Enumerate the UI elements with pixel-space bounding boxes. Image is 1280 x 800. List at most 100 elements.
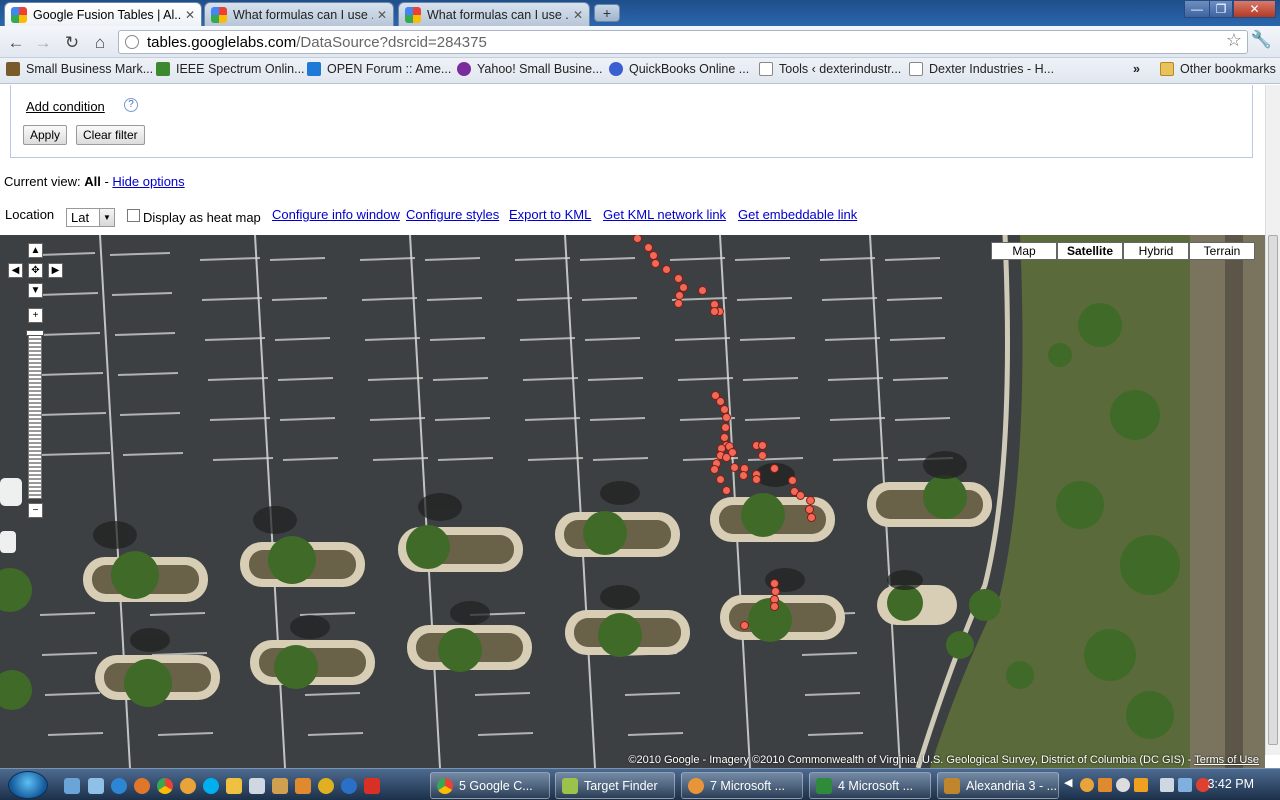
system-clock[interactable]: 3:42 PM — [1207, 777, 1254, 791]
map-viewport[interactable]: Map Satellite Hybrid Terrain ▲ ◀ ✥ ▶ ▼ +… — [0, 235, 1265, 768]
minimize-button[interactable]: — — [1184, 0, 1210, 18]
map-marker[interactable] — [740, 621, 749, 630]
pan-up-icon[interactable]: ▲ — [28, 243, 43, 258]
skype-icon[interactable] — [203, 778, 219, 794]
map-marker[interactable] — [722, 453, 731, 462]
taskbar-button-excel[interactable]: 4 Microsoft ... — [809, 772, 931, 799]
tab-fusion-tables[interactable]: Google Fusion Tables | Al... ✕ — [4, 2, 202, 26]
configure-info-window-link[interactable]: Configure info window — [272, 207, 400, 222]
bookmark-item[interactable]: Small Business Mark... — [6, 62, 153, 76]
map-marker[interactable] — [770, 602, 779, 611]
tray-app-icon[interactable] — [1134, 778, 1148, 792]
map-marker[interactable] — [698, 286, 707, 295]
map-type-hybrid-button[interactable]: Hybrid — [1123, 242, 1189, 260]
reload-button[interactable]: ↻ — [61, 32, 83, 54]
tray-app-icon[interactable] — [1098, 778, 1112, 792]
map-marker[interactable] — [710, 307, 719, 316]
address-bar[interactable]: tables.googlelabs.com/DataSource?dsrcid=… — [118, 30, 1248, 54]
tray-app-icon[interactable] — [1160, 778, 1174, 792]
map-marker[interactable] — [722, 413, 731, 422]
itunes-icon[interactable] — [341, 778, 357, 794]
app-icon[interactable] — [318, 778, 334, 794]
window-switcher-icon[interactable] — [88, 778, 104, 794]
bookmark-item[interactable]: Dexter Industries - H... — [909, 62, 1054, 76]
pan-down-icon[interactable]: ▼ — [28, 283, 43, 298]
zoom-slider-track[interactable] — [28, 331, 42, 499]
back-button[interactable]: ← — [5, 32, 27, 54]
scrollbar-thumb[interactable] — [1268, 235, 1278, 745]
map-marker[interactable] — [739, 471, 748, 480]
other-bookmarks-folder[interactable]: Other bookmarks — [1160, 62, 1276, 76]
add-condition-link[interactable]: Add condition — [26, 99, 105, 114]
map-marker[interactable] — [710, 465, 719, 474]
map-marker[interactable] — [752, 475, 761, 484]
gmail-icon[interactable] — [364, 778, 380, 794]
heatmap-checkbox[interactable] — [127, 209, 140, 222]
tray-app-icon[interactable] — [1080, 778, 1094, 792]
clear-filter-button[interactable]: Clear filter — [76, 125, 145, 145]
map-marker[interactable] — [796, 491, 805, 500]
configure-styles-link[interactable]: Configure styles — [406, 207, 499, 222]
new-tab-button[interactable]: + — [594, 4, 620, 22]
page-info-icon[interactable] — [125, 35, 139, 49]
bookmark-item[interactable]: Tools ‹ dexterindustr... — [759, 62, 901, 76]
tab-close-icon[interactable]: ✕ — [377, 8, 387, 22]
taskbar-button-target-finder[interactable]: Target Finder — [555, 772, 675, 799]
map-marker[interactable] — [758, 441, 767, 450]
export-kml-link[interactable]: Export to KML — [509, 207, 591, 222]
map-marker[interactable] — [807, 513, 816, 522]
kml-network-link[interactable]: Get KML network link — [603, 207, 726, 222]
map-marker[interactable] — [716, 475, 725, 484]
map-type-terrain-button[interactable]: Terrain — [1189, 242, 1255, 260]
outlook-icon[interactable] — [180, 778, 196, 794]
location-select[interactable]: Lat ▼ — [66, 208, 115, 227]
zoom-in-button[interactable]: + — [28, 308, 43, 323]
bookmarks-overflow-button[interactable]: » — [1133, 62, 1140, 76]
map-marker[interactable] — [770, 464, 779, 473]
tray-app-icon[interactable] — [1116, 778, 1130, 792]
map-marker[interactable] — [806, 496, 815, 505]
taskbar-button-outlook[interactable]: 7 Microsoft ... — [681, 772, 803, 799]
home-button[interactable]: ⌂ — [89, 32, 111, 54]
bookmark-item[interactable]: IEEE Spectrum Onlin... — [156, 62, 305, 76]
pan-right-icon[interactable]: ▶ — [48, 263, 63, 278]
tab-formulas-1[interactable]: What formulas can I use ... ✕ — [204, 2, 394, 26]
zoom-out-button[interactable]: − — [28, 503, 43, 518]
forward-button[interactable]: → — [32, 32, 54, 54]
map-marker[interactable] — [730, 463, 739, 472]
media-icon[interactable] — [226, 778, 242, 794]
tools-icon[interactable] — [249, 778, 265, 794]
calculator-icon[interactable] — [295, 778, 311, 794]
archive-icon[interactable] — [272, 778, 288, 794]
ie-icon[interactable] — [111, 778, 127, 794]
map-marker[interactable] — [662, 265, 671, 274]
map-type-map-button[interactable]: Map — [991, 242, 1057, 260]
map-marker[interactable] — [651, 259, 660, 268]
firefox-icon[interactable] — [134, 778, 150, 794]
tab-formulas-2[interactable]: What formulas can I use ... ✕ — [398, 2, 590, 26]
vertical-scrollbar[interactable] — [1265, 85, 1280, 755]
map-type-satellite-button[interactable]: Satellite — [1057, 242, 1123, 260]
map-marker[interactable] — [788, 476, 797, 485]
close-window-button[interactable]: ✕ — [1233, 0, 1276, 18]
bookmark-star-icon[interactable]: ☆ — [1226, 30, 1242, 51]
map-marker[interactable] — [674, 299, 683, 308]
pan-left-icon[interactable]: ◀ — [8, 263, 23, 278]
chrome-icon[interactable] — [157, 778, 173, 794]
apply-button[interactable]: Apply — [23, 125, 68, 145]
maximize-button[interactable]: ❐ — [1209, 0, 1233, 18]
network-icon[interactable] — [1178, 778, 1192, 792]
terms-of-use-link[interactable]: Terms of Use — [1194, 754, 1259, 766]
zoom-slider-thumb[interactable] — [26, 330, 44, 336]
taskbar-button-chrome[interactable]: 5 Google C... — [430, 772, 550, 799]
bookmark-item[interactable]: OPEN Forum :: Ame... — [307, 62, 451, 76]
help-icon[interactable]: ? — [124, 98, 138, 112]
tab-close-icon[interactable]: ✕ — [185, 8, 195, 22]
tray-expand-icon[interactable]: ◀ — [1064, 776, 1078, 790]
show-desktop-icon[interactable] — [64, 778, 80, 794]
map-marker[interactable] — [758, 451, 767, 460]
map-marker[interactable] — [722, 486, 731, 495]
taskbar-button-alexandria[interactable]: Alexandria 3 - ... — [937, 772, 1059, 799]
hide-options-link[interactable]: Hide options — [112, 174, 184, 189]
tab-close-icon[interactable]: ✕ — [573, 8, 583, 22]
